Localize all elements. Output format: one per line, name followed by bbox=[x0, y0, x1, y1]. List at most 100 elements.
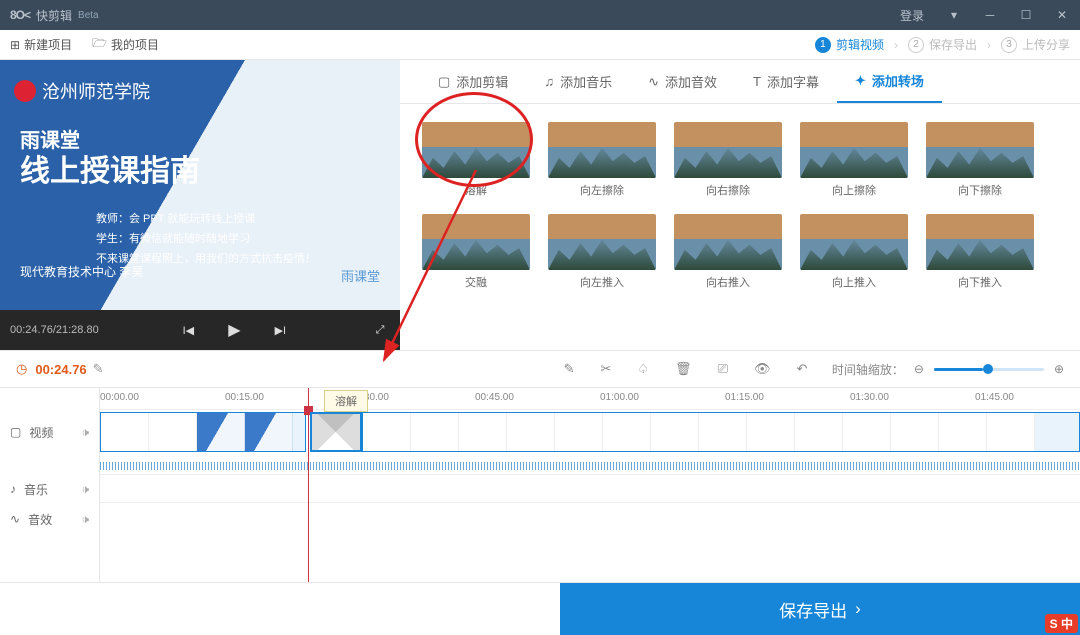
speaker-icon[interactable]: 🕩 bbox=[81, 512, 89, 527]
transition-item[interactable]: 向右推入 bbox=[674, 214, 782, 286]
transition-label: 向左推入 bbox=[548, 274, 656, 290]
undo-icon[interactable]: ↶ bbox=[796, 361, 807, 377]
bell-icon[interactable]: ♤ bbox=[637, 361, 649, 377]
audio-track[interactable] bbox=[100, 474, 1080, 502]
close-icon[interactable]: ✕ bbox=[1044, 0, 1080, 30]
chevron-right-icon: › bbox=[855, 599, 861, 619]
transition-tooltip: 溶解 bbox=[324, 390, 368, 412]
timeline: ▢视频 🕩 ♪音乐 🕩 ∿音效 🕩 00:00.0000:15.0000:30.… bbox=[0, 388, 1080, 583]
ruler-tick: 00:45.00 bbox=[475, 392, 514, 403]
my-projects-button[interactable]: 🗁 我的项目 bbox=[92, 34, 159, 55]
edit-time-icon[interactable]: ✎ bbox=[93, 361, 104, 377]
tab-caption[interactable]: T添加字幕 bbox=[735, 60, 837, 103]
transition-item[interactable]: 向下推入 bbox=[926, 214, 1034, 286]
transition-label: 向下推入 bbox=[926, 274, 1034, 290]
transition-drop[interactable] bbox=[310, 412, 362, 452]
transition-item[interactable]: 溶解 bbox=[422, 122, 530, 194]
fullscreen-icon[interactable]: ⤢ bbox=[370, 324, 390, 337]
preview-canvas[interactable]: 沧州师范学院 雨课堂 线上授课指南 教师：会 PPT 就能玩转线上授课 学生：有… bbox=[0, 60, 400, 310]
sfx-icon: ∿ bbox=[648, 74, 659, 90]
transition-item[interactable]: 向左推入 bbox=[548, 214, 656, 286]
zoom-label: 时间轴缩放： bbox=[832, 361, 904, 378]
tab-music[interactable]: ♫添加音乐 bbox=[526, 60, 630, 103]
scissors-icon[interactable]: ✂ bbox=[600, 361, 611, 377]
pencil-icon[interactable]: ✎ bbox=[564, 361, 575, 377]
text-icon: T bbox=[753, 74, 761, 89]
timeline-content[interactable]: 00:00.0000:15.0000:30.0000:45.0001:00.00… bbox=[100, 388, 1080, 582]
transition-label: 向右推入 bbox=[674, 274, 782, 290]
music-note-icon: ♪ bbox=[10, 482, 16, 496]
transition-label: 向左擦除 bbox=[548, 182, 656, 198]
transition-label: 溶解 bbox=[422, 182, 530, 198]
transition-item[interactable]: 向右擦除 bbox=[674, 122, 782, 194]
transition-item[interactable]: 向左擦除 bbox=[548, 122, 656, 194]
app-logo: 8O< 快剪辑 Beta bbox=[0, 7, 109, 24]
new-project-button[interactable]: ⊞ 新建项目 bbox=[10, 36, 72, 53]
playhead[interactable] bbox=[308, 388, 309, 582]
play-icon[interactable]: ▶ bbox=[224, 320, 244, 340]
step-upload[interactable]: 3上传分享 bbox=[1001, 36, 1070, 53]
ruler-tick: 00:15.00 bbox=[225, 392, 264, 403]
star-icon: ✦ bbox=[855, 73, 866, 89]
transition-item[interactable]: 向下擦除 bbox=[926, 122, 1034, 194]
ruler-tick: 01:30.00 bbox=[850, 392, 889, 403]
effects-panel: ▢添加剪辑 ♫添加音乐 ∿添加音效 T添加字幕 ✦添加转场 溶解向左擦除向右擦除… bbox=[400, 60, 1080, 350]
video-icon: ▢ bbox=[10, 425, 21, 439]
prev-clip-icon[interactable]: I◀ bbox=[178, 324, 198, 337]
music-icon: ♫ bbox=[544, 74, 554, 89]
step-edit[interactable]: 1剪辑视频 bbox=[815, 36, 884, 53]
toolbar: ⊞ 新建项目 🗁 我的项目 1剪辑视频 › 2保存导出 › 3上传分享 bbox=[0, 30, 1080, 60]
transition-item[interactable]: 向上擦除 bbox=[800, 122, 908, 194]
minimize-icon[interactable]: ─ bbox=[972, 0, 1008, 30]
workflow-steps: 1剪辑视频 › 2保存导出 › 3上传分享 bbox=[815, 36, 1070, 53]
fx-icon[interactable]: ⎚ bbox=[718, 361, 728, 377]
zoom-in-icon[interactable]: ⊕ bbox=[1054, 362, 1064, 376]
transition-label: 向右擦除 bbox=[674, 182, 782, 198]
next-clip-icon[interactable]: ▶I bbox=[270, 324, 290, 337]
ruler-tick: 01:00.00 bbox=[600, 392, 639, 403]
track-label-audio: ♪音乐 🕩 bbox=[0, 474, 99, 504]
speaker-icon[interactable]: 🕩 bbox=[81, 425, 89, 440]
preview-panel: 沧州师范学院 雨课堂 线上授课指南 教师：会 PPT 就能玩转线上授课 学生：有… bbox=[0, 60, 400, 350]
effects-tabs: ▢添加剪辑 ♫添加音乐 ∿添加音效 T添加字幕 ✦添加转场 bbox=[400, 60, 1080, 104]
track-label-sfx: ∿音效 🕩 bbox=[0, 504, 99, 534]
transition-label: 向上推入 bbox=[800, 274, 908, 290]
video-track[interactable] bbox=[100, 410, 1080, 458]
clock-icon: ◷ bbox=[16, 361, 27, 377]
ime-badge: S 中 bbox=[1045, 614, 1078, 633]
maximize-icon[interactable]: ☐ bbox=[1008, 0, 1044, 30]
clip-2[interactable] bbox=[362, 412, 1080, 452]
wave-icon: ∿ bbox=[10, 512, 20, 526]
plus-icon: ⊞ bbox=[10, 38, 20, 52]
export-button[interactable]: 保存导出› bbox=[560, 583, 1080, 635]
trash-icon[interactable]: 🗑 bbox=[675, 361, 692, 377]
preview-controls: 00:24.76/21:28.80 I◀ ▶ ▶I ⤢ bbox=[0, 310, 400, 350]
speaker-icon[interactable]: 🕩 bbox=[81, 482, 89, 497]
clip-1[interactable] bbox=[100, 412, 306, 452]
transition-label: 交融 bbox=[422, 274, 530, 290]
ruler-tick: 01:45.00 bbox=[975, 392, 1014, 403]
track-label-video: ▢视频 🕩 bbox=[0, 388, 99, 448]
ruler-tick: 00:00.00 bbox=[100, 392, 139, 403]
transition-item[interactable]: 向上推入 bbox=[800, 214, 908, 286]
preview-time: 00:24.76/21:28.80 bbox=[10, 324, 99, 336]
tab-clip[interactable]: ▢添加剪辑 bbox=[420, 60, 526, 103]
sfx-track[interactable] bbox=[100, 502, 1080, 530]
tab-sfx[interactable]: ∿添加音效 bbox=[630, 60, 735, 103]
step-export[interactable]: 2保存导出 bbox=[908, 36, 977, 53]
timeline-toolbar: ◷ 00:24.76 ✎ ✎ ✂ ♤ 🗑 ⎚ 👁 ↶ 时间轴缩放： ⊖ ⊕ bbox=[0, 350, 1080, 388]
tab-transition[interactable]: ✦添加转场 bbox=[837, 60, 942, 103]
zoom-out-icon[interactable]: ⊖ bbox=[914, 362, 924, 376]
eye-icon[interactable]: 👁 bbox=[754, 361, 771, 377]
waveform bbox=[100, 458, 1080, 474]
transition-item[interactable]: 交融 bbox=[422, 214, 530, 286]
transition-label: 向上擦除 bbox=[800, 182, 908, 198]
transition-label: 向下擦除 bbox=[926, 182, 1034, 198]
crop-icon: ▢ bbox=[438, 74, 450, 90]
dropdown-icon[interactable]: ▾ bbox=[936, 0, 972, 30]
login-link[interactable]: 登录 bbox=[888, 7, 936, 24]
zoom-slider[interactable] bbox=[934, 368, 1044, 371]
playhead-time: 00:24.76 bbox=[35, 362, 86, 377]
ruler-tick: 01:15.00 bbox=[725, 392, 764, 403]
titlebar: 8O< 快剪辑 Beta 登录 ▾ ─ ☐ ✕ bbox=[0, 0, 1080, 30]
